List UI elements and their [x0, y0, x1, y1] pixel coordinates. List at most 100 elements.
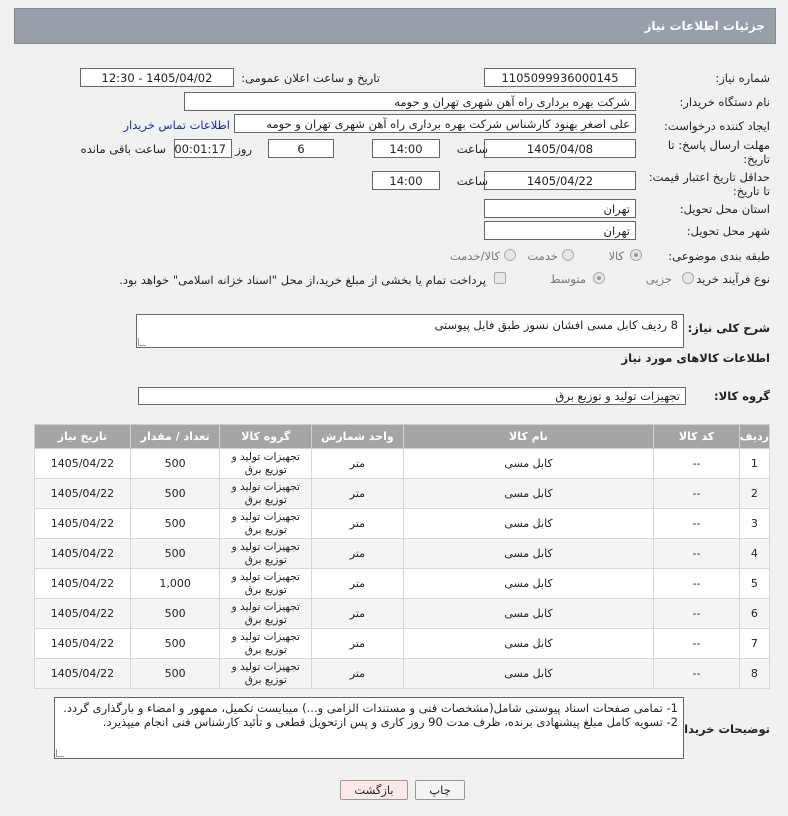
cell-name: کابل مسی	[402, 598, 655, 629]
city-label: شهر محل تحویل:	[686, 224, 770, 238]
col-header-row-number: ردیف	[738, 424, 771, 449]
validity-label-1: حداقل تاریخ اعتبار قیمت:	[648, 170, 770, 184]
cell-name: کابل مسی	[402, 568, 655, 599]
col-header-unit: واحد شمارش	[311, 424, 404, 449]
table-row: 4 -- کابل مسی متر تجهیزات تولید و توزیع برق 5…	[34, 538, 771, 569]
cell-unit: متر	[311, 478, 404, 509]
items-table: ردیف کد کالا نام کالا واحد شمارش گروه کا…	[34, 424, 771, 689]
cell-quantity: 500	[129, 628, 221, 659]
cell-group: تجهیزات تولید و توزیع برق	[219, 448, 313, 479]
province-field[interactable]: تهران	[484, 199, 636, 218]
cell-quantity: 500	[129, 598, 221, 629]
buyer-notes-textarea[interactable]: 1- تمامی صفحات اسناد پیوستی شامل(مشخصات …	[54, 697, 684, 759]
summary-label: شرح کلی نیاز:	[687, 321, 770, 335]
goods-group-field[interactable]: تجهیزات تولید و توزیع برق	[138, 387, 686, 405]
cell-unit: متر	[311, 448, 404, 479]
cell-name: کابل مسی	[402, 628, 655, 659]
city-field[interactable]: تهران	[484, 221, 636, 240]
requester-label: ایجاد کننده درخواست:	[664, 119, 770, 133]
need-number-field[interactable]: 1105099936000145	[484, 68, 636, 87]
treasury-note: پرداخت تمام یا بخشی از مبلغ خرید،از محل …	[119, 273, 486, 287]
cell-group: تجهیزات تولید و توزیع برق	[219, 628, 313, 659]
back-button[interactable]: بازگشت	[340, 780, 408, 800]
remaining-time-field[interactable]: 00:01:17	[174, 139, 232, 158]
cell-code: --	[653, 538, 740, 569]
treasury-checkbox[interactable]	[494, 272, 506, 284]
validity-date-field[interactable]: 1405/04/22	[484, 171, 636, 190]
buyer-org-label: نام دستگاه خریدار:	[679, 95, 770, 109]
table-row: 6 -- کابل مسی متر تجهیزات تولید و توزیع برق 5…	[34, 598, 771, 629]
category-radio-both[interactable]	[504, 249, 516, 261]
cell-date: 1405/04/22	[34, 658, 131, 689]
validity-time-field[interactable]: 14:00	[372, 171, 440, 190]
summary-textarea[interactable]: 8 ردیف کابل مسی افشان نسوز طبق فایل پیوس…	[136, 314, 684, 348]
cell-row-number: 3	[738, 508, 771, 539]
contact-info-link[interactable]: اطلاعات تماس خریدار	[123, 118, 230, 132]
cell-quantity: 500	[129, 478, 221, 509]
cell-name: کابل مسی	[402, 508, 655, 539]
cell-quantity: 500	[129, 508, 221, 539]
process-radio-medium[interactable]	[593, 272, 605, 284]
cell-group: تجهیزات تولید و توزیع برق	[219, 478, 313, 509]
cell-row-number: 4	[738, 538, 771, 569]
cell-quantity: 500	[129, 538, 221, 569]
cell-name: کابل مسی	[402, 538, 655, 569]
resize-grip-icon[interactable]	[138, 338, 146, 346]
category-radio-goods[interactable]	[630, 249, 642, 261]
cell-quantity: 500	[129, 658, 221, 689]
category-option-goods: کالا	[608, 249, 624, 263]
cell-quantity: 500	[129, 448, 221, 479]
table-row: 8 -- کابل مسی متر تجهیزات تولید و توزیع برق 5…	[34, 658, 771, 689]
category-radio-service[interactable]	[562, 249, 574, 261]
cell-quantity: 1,000	[129, 568, 221, 599]
process-option-minor: جزیی	[645, 272, 672, 286]
col-header-date: تاریخ نیاز	[34, 424, 131, 449]
cell-code: --	[653, 568, 740, 599]
col-header-name: نام کالا	[402, 424, 655, 449]
buyer-org-field[interactable]: شرکت بهره برداری راه آهن شهری تهران و حو…	[184, 92, 636, 111]
cell-row-number: 8	[738, 658, 771, 689]
page-title: جزئیات اطلاعات نیاز	[644, 19, 765, 33]
remaining-label: ساعت باقی مانده	[80, 142, 166, 156]
validity-label-2: تا تاریخ:	[732, 184, 770, 198]
cell-group: تجهیزات تولید و توزیع برق	[219, 598, 313, 629]
category-option-both: کالا/خدمت	[449, 249, 500, 263]
deadline-time-field[interactable]: 14:00	[372, 139, 440, 158]
cell-name: کابل مسی	[402, 478, 655, 509]
cell-group: تجهیزات تولید و توزیع برق	[219, 538, 313, 569]
days-field[interactable]: 6	[268, 139, 334, 158]
table-row: 1 -- کابل مسی متر تجهیزات تولید و توزیع برق 5…	[34, 448, 771, 479]
resize-grip-icon[interactable]	[56, 749, 64, 757]
announce-field[interactable]: 1405/04/02 - 12:30	[80, 68, 234, 87]
cell-row-number: 1	[738, 448, 771, 479]
cell-group: تجهیزات تولید و توزیع برق	[219, 508, 313, 539]
cell-code: --	[653, 508, 740, 539]
cell-row-number: 6	[738, 598, 771, 629]
announce-label: تاریخ و ساعت اعلان عمومی:	[241, 71, 380, 85]
category-label: طبقه بندی موضوعی:	[668, 249, 770, 263]
page-header: جزئیات اطلاعات نیاز	[14, 8, 776, 44]
cell-group: تجهیزات تولید و توزیع برق	[219, 568, 313, 599]
cell-date: 1405/04/22	[34, 568, 131, 599]
deadline-date-field[interactable]: 1405/04/08	[484, 139, 636, 158]
col-header-quantity: تعداد / مقدار	[129, 424, 221, 449]
cell-unit: متر	[311, 598, 404, 629]
cell-unit: متر	[311, 538, 404, 569]
cell-unit: متر	[311, 628, 404, 659]
table-header-row: ردیف کد کالا نام کالا واحد شمارش گروه کا…	[34, 424, 771, 449]
col-header-group: گروه کالا	[219, 424, 313, 449]
goods-info-title: اطلاعات کالاهای مورد نیاز	[621, 351, 770, 365]
deadline-time-label: ساعت	[456, 142, 488, 156]
page: جزئیات اطلاعات نیاز AriaTender.net شماره…	[0, 0, 788, 816]
process-radio-minor[interactable]	[682, 272, 694, 284]
print-button[interactable]: چاپ	[415, 780, 465, 800]
cell-code: --	[653, 628, 740, 659]
cell-date: 1405/04/22	[34, 448, 131, 479]
buyer-notes-line-1: 1- تمامی صفحات اسناد پیوستی شامل(مشخصات …	[63, 701, 678, 715]
cell-code: --	[653, 448, 740, 479]
goods-group-label: گروه کالا:	[714, 389, 770, 403]
cell-date: 1405/04/22	[34, 538, 131, 569]
cell-unit: متر	[311, 508, 404, 539]
requester-field[interactable]: علی اصغر بهنود کارشناس شرکت بهره برداری …	[234, 114, 636, 133]
province-label: استان محل تحویل:	[679, 202, 770, 216]
